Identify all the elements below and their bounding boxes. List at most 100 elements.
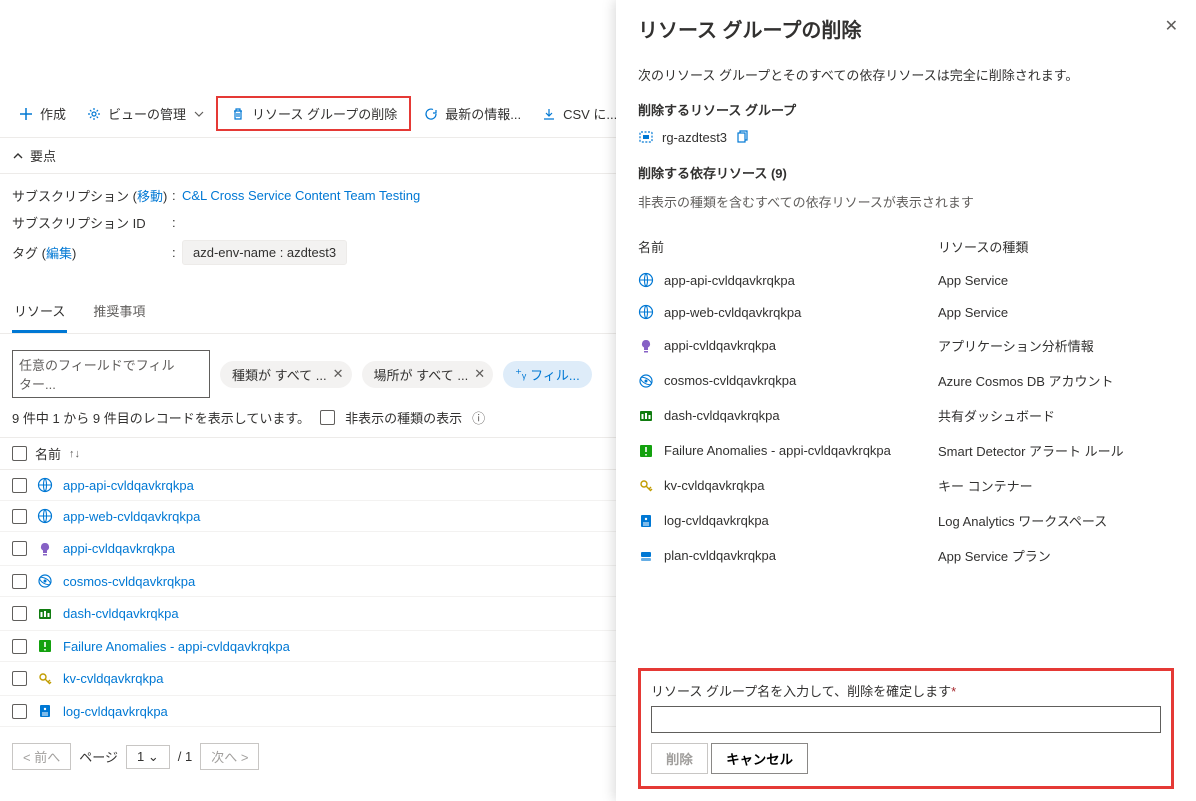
filter-input[interactable]: 任意のフィールドでフィルター... — [12, 350, 210, 398]
dependency-row: kv-cvldqavkrqkpaキー コンテナー — [638, 468, 1174, 503]
resource-icon — [37, 573, 53, 589]
row-checkbox[interactable] — [12, 541, 27, 556]
row-checkbox[interactable] — [12, 671, 27, 686]
manage-view-label: ビューの管理 — [108, 104, 186, 123]
row-checkbox[interactable] — [12, 639, 27, 654]
resource-icon — [638, 272, 654, 288]
prev-page-button[interactable]: < 前へ — [12, 743, 71, 770]
select-all-checkbox[interactable] — [12, 446, 27, 461]
row-checkbox[interactable] — [12, 606, 27, 621]
resource-link[interactable]: app-web-cvldqavkrqkpa — [63, 509, 200, 524]
cancel-button[interactable]: キャンセル — [711, 743, 808, 774]
flyout-description: 次のリソース グループとそのすべての依存リソースは完全に削除されます。 — [638, 65, 1174, 84]
resource-icon — [638, 373, 654, 389]
create-button[interactable]: 作成 — [10, 100, 74, 127]
plus-icon — [18, 106, 34, 122]
chevron-down-icon: ⌄ — [148, 749, 159, 764]
sort-icon: ↑↓ — [69, 448, 80, 460]
row-checkbox[interactable] — [12, 574, 27, 589]
refresh-button[interactable]: 最新の情報... — [415, 100, 529, 127]
chevron-up-icon — [12, 150, 24, 162]
hidden-types-label: 非表示の種類の表示 — [345, 408, 462, 427]
row-checkbox[interactable] — [12, 704, 27, 719]
resource-group-icon — [638, 129, 654, 145]
resource-icon — [638, 338, 654, 354]
copy-icon[interactable] — [735, 130, 749, 144]
dependency-row: plan-cvldqavkrqkpa App Service プラン — [638, 538, 1174, 573]
tags-edit-link[interactable]: 編集 — [46, 246, 72, 261]
resource-icon — [638, 513, 654, 529]
close-flyout-button[interactable]: ✕ — [1165, 16, 1178, 36]
confirm-input[interactable] — [651, 706, 1161, 733]
resource-icon — [37, 703, 53, 719]
hidden-types-checkbox[interactable] — [320, 410, 335, 425]
subscription-label: サブスクリプション — [12, 189, 129, 204]
row-checkbox[interactable] — [12, 478, 27, 493]
refresh-icon — [423, 106, 439, 122]
next-page-button[interactable]: 次へ > — [200, 743, 259, 770]
dependency-name: Failure Anomalies - appi-cvldqavkrqkpa — [664, 443, 891, 458]
delete-rg-highlight: リソース グループの削除 — [216, 96, 411, 131]
resource-link[interactable]: app-api-cvldqavkrqkpa — [63, 478, 194, 493]
download-icon — [541, 106, 557, 122]
dependency-name: cosmos-cvldqavkrqkpa — [664, 373, 796, 388]
create-label: 作成 — [40, 104, 66, 123]
tab-resources[interactable]: リソース — [12, 291, 67, 333]
resource-icon — [638, 443, 654, 459]
subscription-move-link[interactable]: 移動 — [137, 189, 163, 204]
trash-icon — [230, 106, 246, 122]
chevron-down-icon — [194, 109, 204, 119]
location-filter-pill[interactable]: 場所が すべて ...✕ — [362, 361, 494, 388]
resource-icon — [638, 478, 654, 494]
row-checkbox[interactable] — [12, 509, 27, 524]
resource-icon — [37, 638, 53, 654]
tab-recommendations[interactable]: 推奨事項 — [91, 291, 147, 333]
subscription-id-label: サブスクリプション ID — [12, 213, 172, 232]
resource-link[interactable]: Failure Anomalies - appi-cvldqavkrqkpa — [63, 639, 290, 654]
delete-confirm-button[interactable]: 削除 — [651, 743, 708, 774]
info-icon[interactable]: ⓘ — [472, 408, 485, 427]
dependency-type: App Service — [938, 273, 1008, 288]
dependency-name: app-api-cvldqavkrqkpa — [664, 273, 795, 288]
resource-link[interactable]: log-cvldqavkrqkpa — [63, 704, 168, 719]
add-filter-pill[interactable]: ⁺ᵧフィル... — [503, 361, 592, 388]
resource-link[interactable]: dash-cvldqavkrqkpa — [63, 606, 179, 621]
delete-flyout: ✕ リソース グループの削除 次のリソース グループとそのすべての依存リソースは… — [616, 0, 1196, 801]
export-csv-button[interactable]: CSV に... — [533, 100, 625, 127]
dependency-type: App Service プラン — [938, 546, 1051, 565]
col-name-header[interactable]: 名前 — [35, 444, 61, 463]
essentials-header-label: 要点 — [30, 146, 56, 165]
page-select[interactable]: 1 ⌄ — [126, 745, 170, 769]
delete-rg-label: リソース グループの削除 — [252, 104, 397, 123]
dependency-row: Failure Anomalies - appi-cvldqavkrqkpa Sm… — [638, 433, 1174, 468]
close-icon: ✕ — [333, 366, 344, 382]
delete-rg-button[interactable]: リソース グループの削除 — [222, 100, 405, 127]
refresh-label: 最新の情報... — [445, 104, 521, 123]
resource-icon — [37, 477, 53, 493]
manage-view-button[interactable]: ビューの管理 — [78, 100, 212, 127]
page-label: ページ — [79, 747, 118, 766]
dependency-row: app-api-cvldqavkrqkpa App Service — [638, 264, 1174, 296]
dependency-name: dash-cvldqavkrqkpa — [664, 408, 780, 423]
tag-chip[interactable]: azd-env-name : azdtest3 — [182, 240, 347, 265]
dependency-type: 共有ダッシュボード — [938, 406, 1055, 425]
dependency-type: Azure Cosmos DB アカウント — [938, 371, 1114, 390]
resource-icon — [37, 671, 53, 687]
type-filter-pill[interactable]: 種類が すべて ...✕ — [220, 361, 352, 388]
dependency-row: cosmos-cvldqavkrqkpa Azure Cosmos DB アカウン… — [638, 363, 1174, 398]
resource-link[interactable]: appi-cvldqavkrqkpa — [63, 541, 175, 556]
gear-icon — [86, 106, 102, 122]
dependency-type: Smart Detector アラート ルール — [938, 441, 1124, 460]
dependency-name: plan-cvldqavkrqkpa — [664, 548, 776, 563]
subscription-link[interactable]: C&L Cross Service Content Team Testing — [182, 188, 420, 203]
dependency-row: app-web-cvldqavkrqkpaApp Service — [638, 296, 1174, 328]
dep-col-name: 名前 — [638, 237, 938, 256]
resource-link[interactable]: cosmos-cvldqavkrqkpa — [63, 574, 195, 589]
dependency-name: kv-cvldqavkrqkpa — [664, 478, 764, 493]
dependency-type: Log Analytics ワークスペース — [938, 511, 1107, 530]
rg-to-delete: rg-azdtest3 — [638, 129, 1174, 145]
resource-link[interactable]: kv-cvldqavkrqkpa — [63, 671, 163, 686]
resource-icon — [37, 541, 53, 557]
resource-icon — [638, 408, 654, 424]
dependency-row: appi-cvldqavkrqkpaアプリケーション分析情報 — [638, 328, 1174, 363]
